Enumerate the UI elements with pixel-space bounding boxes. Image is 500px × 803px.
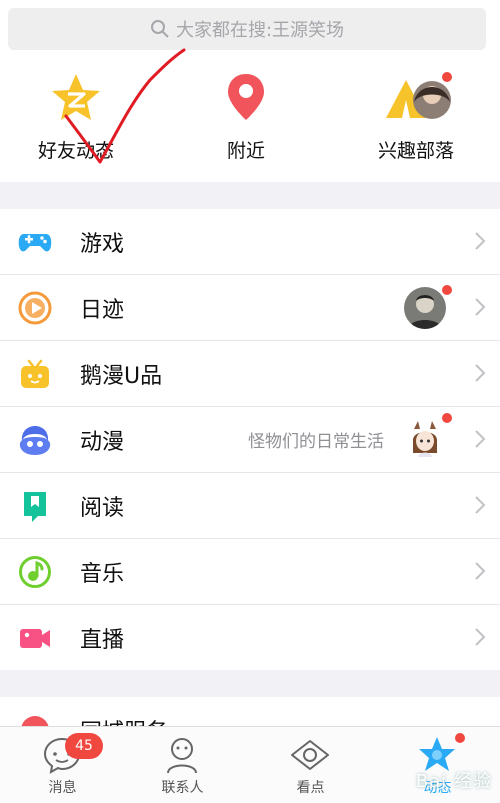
- notification-dot: [442, 285, 452, 295]
- chevron-right-icon: [475, 232, 486, 250]
- shortcut-label: 兴趣部落: [377, 140, 454, 162]
- tab-contacts[interactable]: 联系人: [120, 727, 245, 803]
- chevron-right-icon: [475, 562, 486, 580]
- tab-label: 联系人: [161, 780, 204, 796]
- menu-item-daily-moments[interactable]: 日迹: [0, 275, 500, 341]
- bookmark-book-icon: [18, 489, 52, 523]
- menu-item-reading[interactable]: 阅读: [0, 473, 500, 539]
- cartoon-face-icon: [18, 423, 52, 457]
- video-camera-icon: [18, 621, 52, 655]
- menu-label: 直播: [80, 627, 125, 653]
- chevron-right-icon: [475, 628, 486, 646]
- menu-item-anime[interactable]: 动漫 怪物们的日常生活: [0, 407, 500, 473]
- location-pin-icon: [218, 70, 274, 126]
- tab-messages[interactable]: 45 消息: [0, 727, 125, 803]
- eye-icon: [291, 740, 329, 770]
- chevron-right-icon: [475, 430, 486, 448]
- shortcut-label: 附近: [226, 140, 265, 162]
- menu-label: 游戏: [80, 231, 125, 257]
- contact-person-icon: [167, 738, 197, 774]
- menu-item-music[interactable]: 音乐: [0, 539, 500, 605]
- chevron-right-icon: [475, 496, 486, 514]
- search-icon: [150, 20, 169, 38]
- tab-label: 消息: [48, 780, 77, 796]
- tent-icon: [378, 70, 454, 126]
- menu-label: 动漫: [80, 429, 125, 455]
- gamepad-icon: [18, 225, 52, 259]
- menu-item-eman-u-pin[interactable]: 鹅漫U品: [0, 341, 500, 407]
- bottom-tab-bar: 45 消息 联系人 看点 动态 Bai 经验: [0, 726, 500, 803]
- menu-label: 音乐: [80, 561, 125, 587]
- music-note-icon: [18, 555, 52, 589]
- notification-dot: [455, 733, 465, 743]
- chevron-right-icon: [475, 298, 486, 316]
- unread-badge: 45: [65, 733, 103, 759]
- annotation-checkmark: [64, 48, 186, 164]
- search-placeholder: 大家都在搜:王源笑场: [175, 20, 345, 41]
- notification-dot: [442, 413, 452, 423]
- tab-label: 看点: [296, 780, 325, 796]
- watermark: Bai 经验: [415, 771, 492, 792]
- anime-thumbnail: [404, 419, 446, 461]
- menu-item-game[interactable]: 游戏: [0, 209, 500, 275]
- menu-label: 阅读: [80, 495, 125, 521]
- play-circle-icon: [18, 291, 52, 325]
- chevron-right-icon: [475, 364, 486, 382]
- tab-kandian[interactable]: 看点: [248, 727, 373, 803]
- menu-subtitle: 怪物们的日常生活: [248, 432, 384, 452]
- notification-dot: [442, 72, 452, 82]
- menu-label: 鹅漫U品: [80, 363, 163, 389]
- menu-list: 游戏 日迹 鹅漫U品 动漫 怪物们的日常生活 阅读 音乐 直播: [0, 209, 500, 670]
- tv-box-icon: [18, 357, 52, 391]
- shortcut-interest-tribe[interactable]: 兴趣部落: [336, 70, 496, 170]
- menu-label: 日迹: [80, 297, 125, 323]
- top-section: 大家都在搜:王源笑场 好友动态 附近 兴趣部落: [0, 0, 500, 182]
- menu-item-live[interactable]: 直播: [0, 605, 500, 670]
- avatar: [404, 287, 446, 329]
